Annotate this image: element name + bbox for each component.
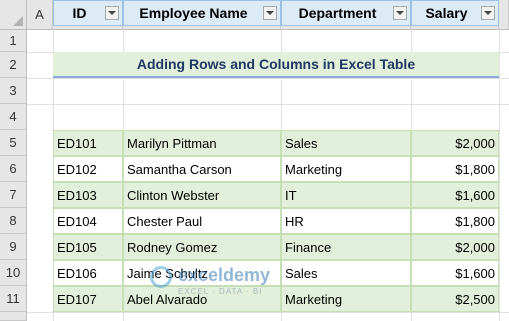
table-cell-id[interactable]: ED101 [53,130,123,156]
table-cell-department[interactable]: Marketing [281,156,411,182]
header-label-department: Department [298,5,377,21]
table-cell-name[interactable]: Clinton Webster [123,182,281,208]
row-header-11[interactable]: 11 [0,286,27,312]
row-header-9[interactable]: 9 [0,234,27,260]
gridline [499,30,500,321]
sheet-title[interactable]: Adding Rows and Columns in Excel Table [53,52,499,78]
table-header-salary[interactable]: Salary [411,0,499,26]
header-label-id: ID [72,5,87,21]
filter-dropdown-icon[interactable] [481,6,495,20]
row-header-4[interactable]: 4 [0,104,27,130]
row-header-5[interactable]: 5 [0,130,27,156]
filter-dropdown-icon[interactable] [263,6,277,20]
table-cell-id[interactable]: ED104 [53,208,123,234]
table-header-id[interactable]: ID [53,0,123,26]
table-cell-id[interactable]: ED107 [53,286,123,312]
row-header-12[interactable] [0,312,27,321]
table-cell-salary[interactable]: $1,600 [411,182,499,208]
table-cell-salary[interactable]: $2,000 [411,234,499,260]
filter-dropdown-icon[interactable] [105,6,119,20]
table-cell-name[interactable]: Rodney Gomez [123,234,281,260]
gridline [27,78,509,79]
watermark-tagline: EXCEL · DATA · BI [178,287,263,296]
header-label-salary: Salary [425,5,468,21]
spreadsheet: A B C D E 1 2 3 4 5 6 7 8 9 10 11 Adding… [0,0,509,321]
filter-dropdown-icon[interactable] [393,6,407,20]
row-header-10[interactable]: 10 [0,260,27,286]
row-header-6[interactable]: 6 [0,156,27,182]
exceldemy-logo-icon [150,266,172,288]
gridline [27,312,509,313]
row-header-8[interactable]: 8 [0,208,27,234]
row-header-1[interactable]: 1 [0,30,27,52]
select-all-triangle-icon [13,16,23,26]
table-cell-department[interactable]: IT [281,182,411,208]
row-header-7[interactable]: 7 [0,182,27,208]
gridline [27,104,509,105]
table-cell-salary[interactable]: $2,500 [411,286,499,312]
header-label-employee-name: Employee Name [139,5,248,21]
table-cell-salary[interactable]: $1,600 [411,260,499,286]
table-cell-salary[interactable]: $1,800 [411,208,499,234]
table-cell-department[interactable]: Finance [281,234,411,260]
table-header-employee-name[interactable]: Employee Name [123,0,281,26]
select-all-corner[interactable] [0,0,27,30]
exceldemy-watermark: exceldemy EXCEL · DATA · BI [150,263,350,305]
table-cell-id[interactable]: ED106 [53,260,123,286]
table-cell-department[interactable]: Sales [281,130,411,156]
row-header-3[interactable]: 3 [0,78,27,104]
table-header-department[interactable]: Department [281,0,411,26]
table-cell-name[interactable]: Samantha Carson [123,156,281,182]
table-cell-salary[interactable]: $2,000 [411,130,499,156]
table-cell-name[interactable]: Marilyn Pittman [123,130,281,156]
table-cell-id[interactable]: ED103 [53,182,123,208]
table-cell-salary[interactable]: $1,800 [411,156,499,182]
watermark-name: exceldemy [178,265,271,285]
table-cell-department[interactable]: HR [281,208,411,234]
row-header-2[interactable]: 2 [0,52,27,78]
column-header-a[interactable]: A [27,0,53,30]
table-cell-id[interactable]: ED105 [53,234,123,260]
table-cell-name[interactable]: Chester Paul [123,208,281,234]
table-cell-id[interactable]: ED102 [53,156,123,182]
column-header-f[interactable] [499,0,509,30]
